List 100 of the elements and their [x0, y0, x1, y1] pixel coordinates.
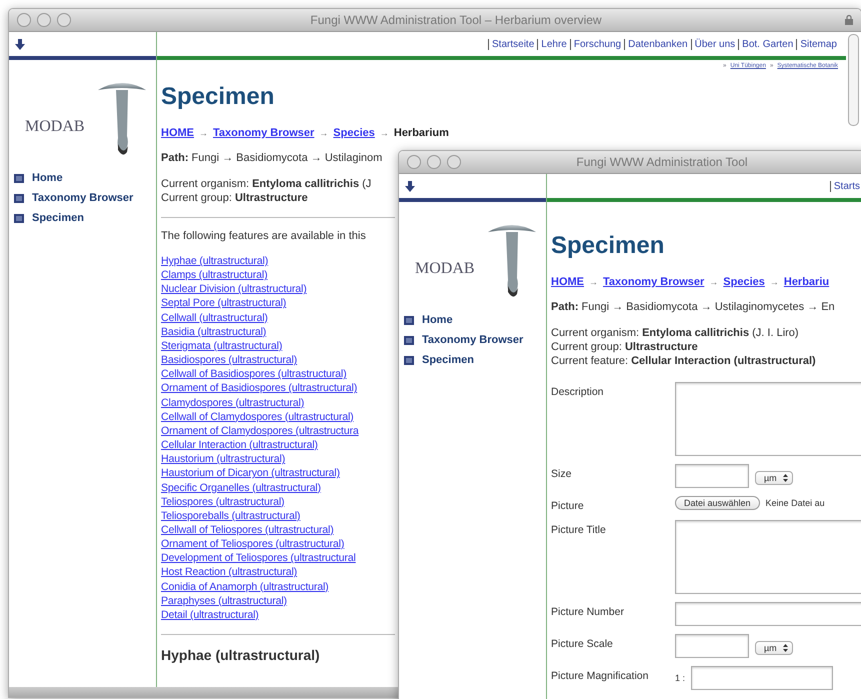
input-field[interactable]: [675, 602, 861, 626]
feature-link[interactable]: Host Reaction (ultrastructural): [161, 565, 298, 580]
feature-link[interactable]: Hyphae (ultrastructural): [161, 254, 268, 268]
nav-link[interactable]: Startseite: [488, 38, 538, 50]
feature-link[interactable]: Ornament of Basidiospores (ultrastructural): [161, 381, 358, 396]
square-bullet-icon: [404, 356, 414, 364]
window-control-icon[interactable]: [37, 13, 51, 27]
feature-link[interactable]: Clamps (ultrastructural): [161, 268, 268, 282]
input-field[interactable]: [691, 666, 834, 690]
feature-link[interactable]: Basidiospores (ultrastructural): [161, 353, 298, 368]
download-arrow-icon[interactable]: [405, 180, 415, 192]
field-label: Picture: [551, 499, 584, 512]
page-heading: Specimen: [551, 232, 664, 260]
field-label: Size: [551, 467, 572, 480]
text-area[interactable]: [675, 382, 861, 456]
nav-link[interactable]: Sitemap: [796, 38, 840, 50]
breadcrumb-separator: →: [319, 128, 328, 138]
feature-link[interactable]: Development of Teliospores (ultrastructural: [161, 551, 356, 566]
section-heading: Hyphae (ultrastructural): [161, 647, 320, 664]
window-control-icon[interactable]: [17, 13, 31, 27]
field-label: Picture Number: [551, 605, 624, 618]
window-control-icon[interactable]: [447, 155, 461, 169]
choose-file-button[interactable]: Datei auswählen: [675, 496, 760, 510]
feature-link[interactable]: Cellwall of Teliospores (ultrastructural): [161, 522, 334, 538]
feature-link[interactable]: Teliospores (ultrastructural): [161, 494, 284, 509]
info-text: Current organism: Entyloma callitrichis (J: [161, 177, 372, 191]
sidebar-item[interactable]: Home: [14, 172, 156, 184]
feature-link[interactable]: Clamydospores (ultrastructural): [161, 396, 304, 410]
breadcrumb-separator: →: [770, 277, 779, 287]
breadcrumb-link[interactable]: Taxonomy Browser: [603, 276, 704, 288]
feature-link[interactable]: Ornament of Clamydospores (ultrastructura: [161, 424, 359, 438]
file-status-text: Keine Datei au: [766, 498, 825, 508]
feature-link[interactable]: Basidia (ultrastructural): [161, 324, 266, 339]
info-text: Current organism: Entyloma callitrichis (J. I. Liro): [551, 326, 799, 340]
info-text: Path: Fungi → Basidiomycota → Ustilaginomycetes → En: [551, 300, 835, 314]
sidebar-item[interactable]: Specimen: [404, 354, 546, 366]
breadcrumb-link[interactable]: Herbariu: [784, 276, 830, 288]
feature-link[interactable]: Septal Pore (ultrastructural): [161, 296, 286, 311]
breadcrumb-separator: →: [380, 128, 389, 138]
field-label: Description: [551, 385, 604, 398]
input-field[interactable]: [675, 634, 749, 658]
current-page-label: Herbarium: [394, 127, 449, 139]
nav-link[interactable]: Datenbanken: [624, 38, 691, 50]
feature-link[interactable]: Ornament of Teliospores (ultrastructural): [161, 537, 344, 552]
breadcrumb-link[interactable]: Species: [723, 276, 765, 288]
info-text: Current feature: Cellular Interaction (ultrastructural): [551, 354, 816, 368]
feature-link[interactable]: Cellwall (ultrastructural): [161, 310, 268, 325]
nav-link[interactable]: Über uns: [690, 38, 738, 50]
breadcrumb-link[interactable]: Species: [333, 127, 375, 139]
updown-arrows-icon: [782, 474, 788, 482]
updown-arrows-icon: [782, 644, 788, 652]
breadcrumb-link[interactable]: Taxonomy Browser: [213, 127, 314, 139]
breadcrumb-link[interactable]: HOME: [161, 127, 194, 139]
feature-link[interactable]: Detail (ultrastructural): [161, 608, 259, 622]
scrollbar[interactable]: [848, 34, 859, 126]
feature-link[interactable]: Cellwall of Clamydospores (ultrastructural): [161, 410, 354, 424]
field-label: Picture Title: [551, 523, 606, 536]
window-control-icon[interactable]: [407, 155, 421, 169]
sidebar-item[interactable]: Taxonomy Browser: [14, 192, 156, 204]
text-area[interactable]: [675, 520, 861, 594]
field-label: Picture Magnification: [551, 669, 648, 682]
feature-link[interactable]: Nuclear Division (ultrastructural): [161, 282, 307, 296]
page-heading: Specimen: [161, 83, 274, 111]
info-text: Current group: Ultrastructure: [161, 191, 308, 205]
nav-link[interactable]: Bot. Garten: [738, 38, 796, 50]
window-control-icon[interactable]: [57, 13, 71, 27]
nav-link[interactable]: Lehre: [537, 38, 570, 50]
feature-link[interactable]: Specific Organelles (ultrastructural): [161, 480, 321, 495]
unit-select[interactable]: µm: [755, 641, 793, 655]
feature-link[interactable]: Cellular Interaction (ultrastructural): [161, 438, 318, 452]
download-arrow-icon[interactable]: [15, 38, 25, 50]
breadcrumb-separator: →: [709, 277, 718, 287]
logo-text: MODAB: [415, 260, 475, 278]
ratio-prefix: 1 :: [675, 673, 686, 683]
unit-select[interactable]: µm: [755, 471, 793, 485]
square-bullet-icon: [14, 174, 24, 182]
nav-link[interactable]: Starts: [830, 180, 861, 192]
square-bullet-icon: [404, 316, 414, 324]
square-bullet-icon: [14, 214, 24, 222]
breadcrumb-separator: →: [589, 277, 598, 287]
window-title: Fungi WWW Administration Tool: [575, 155, 749, 169]
feature-link[interactable]: Haustorium of Dicaryon (ultrastructural): [161, 466, 340, 480]
feature-link[interactable]: Teliosporeballs (ultrastructural): [161, 508, 300, 523]
sidebar-item[interactable]: Home: [404, 314, 546, 326]
feature-link[interactable]: Paraphyses (ultrastructural): [161, 594, 287, 608]
sidebar-item[interactable]: Taxonomy Browser: [404, 334, 546, 346]
intro-text: The following features are available in this: [161, 230, 366, 242]
feature-link[interactable]: Sterigmata (ultrastructural): [161, 338, 282, 354]
info-text: Path: Fungi → Basidiomycota → Ustilaginom: [161, 151, 382, 165]
sidebar-item[interactable]: Specimen: [14, 212, 156, 224]
input-field[interactable]: [675, 464, 749, 488]
feature-link[interactable]: Conidia of Anamorph (ultrastructural): [161, 580, 329, 594]
logo-text: MODAB: [25, 118, 85, 136]
info-text: Current group: Ultrastructure: [551, 340, 698, 354]
nav-link[interactable]: Forschung: [570, 38, 624, 50]
breadcrumb-link[interactable]: HOME: [551, 276, 584, 288]
feature-link[interactable]: Cellwall of Basidiospores (ultrastructural): [161, 367, 346, 382]
feature-link[interactable]: Haustorium (ultrastructural): [161, 452, 286, 466]
window-control-icon[interactable]: [427, 155, 441, 169]
field-label: Picture Scale: [551, 637, 613, 650]
